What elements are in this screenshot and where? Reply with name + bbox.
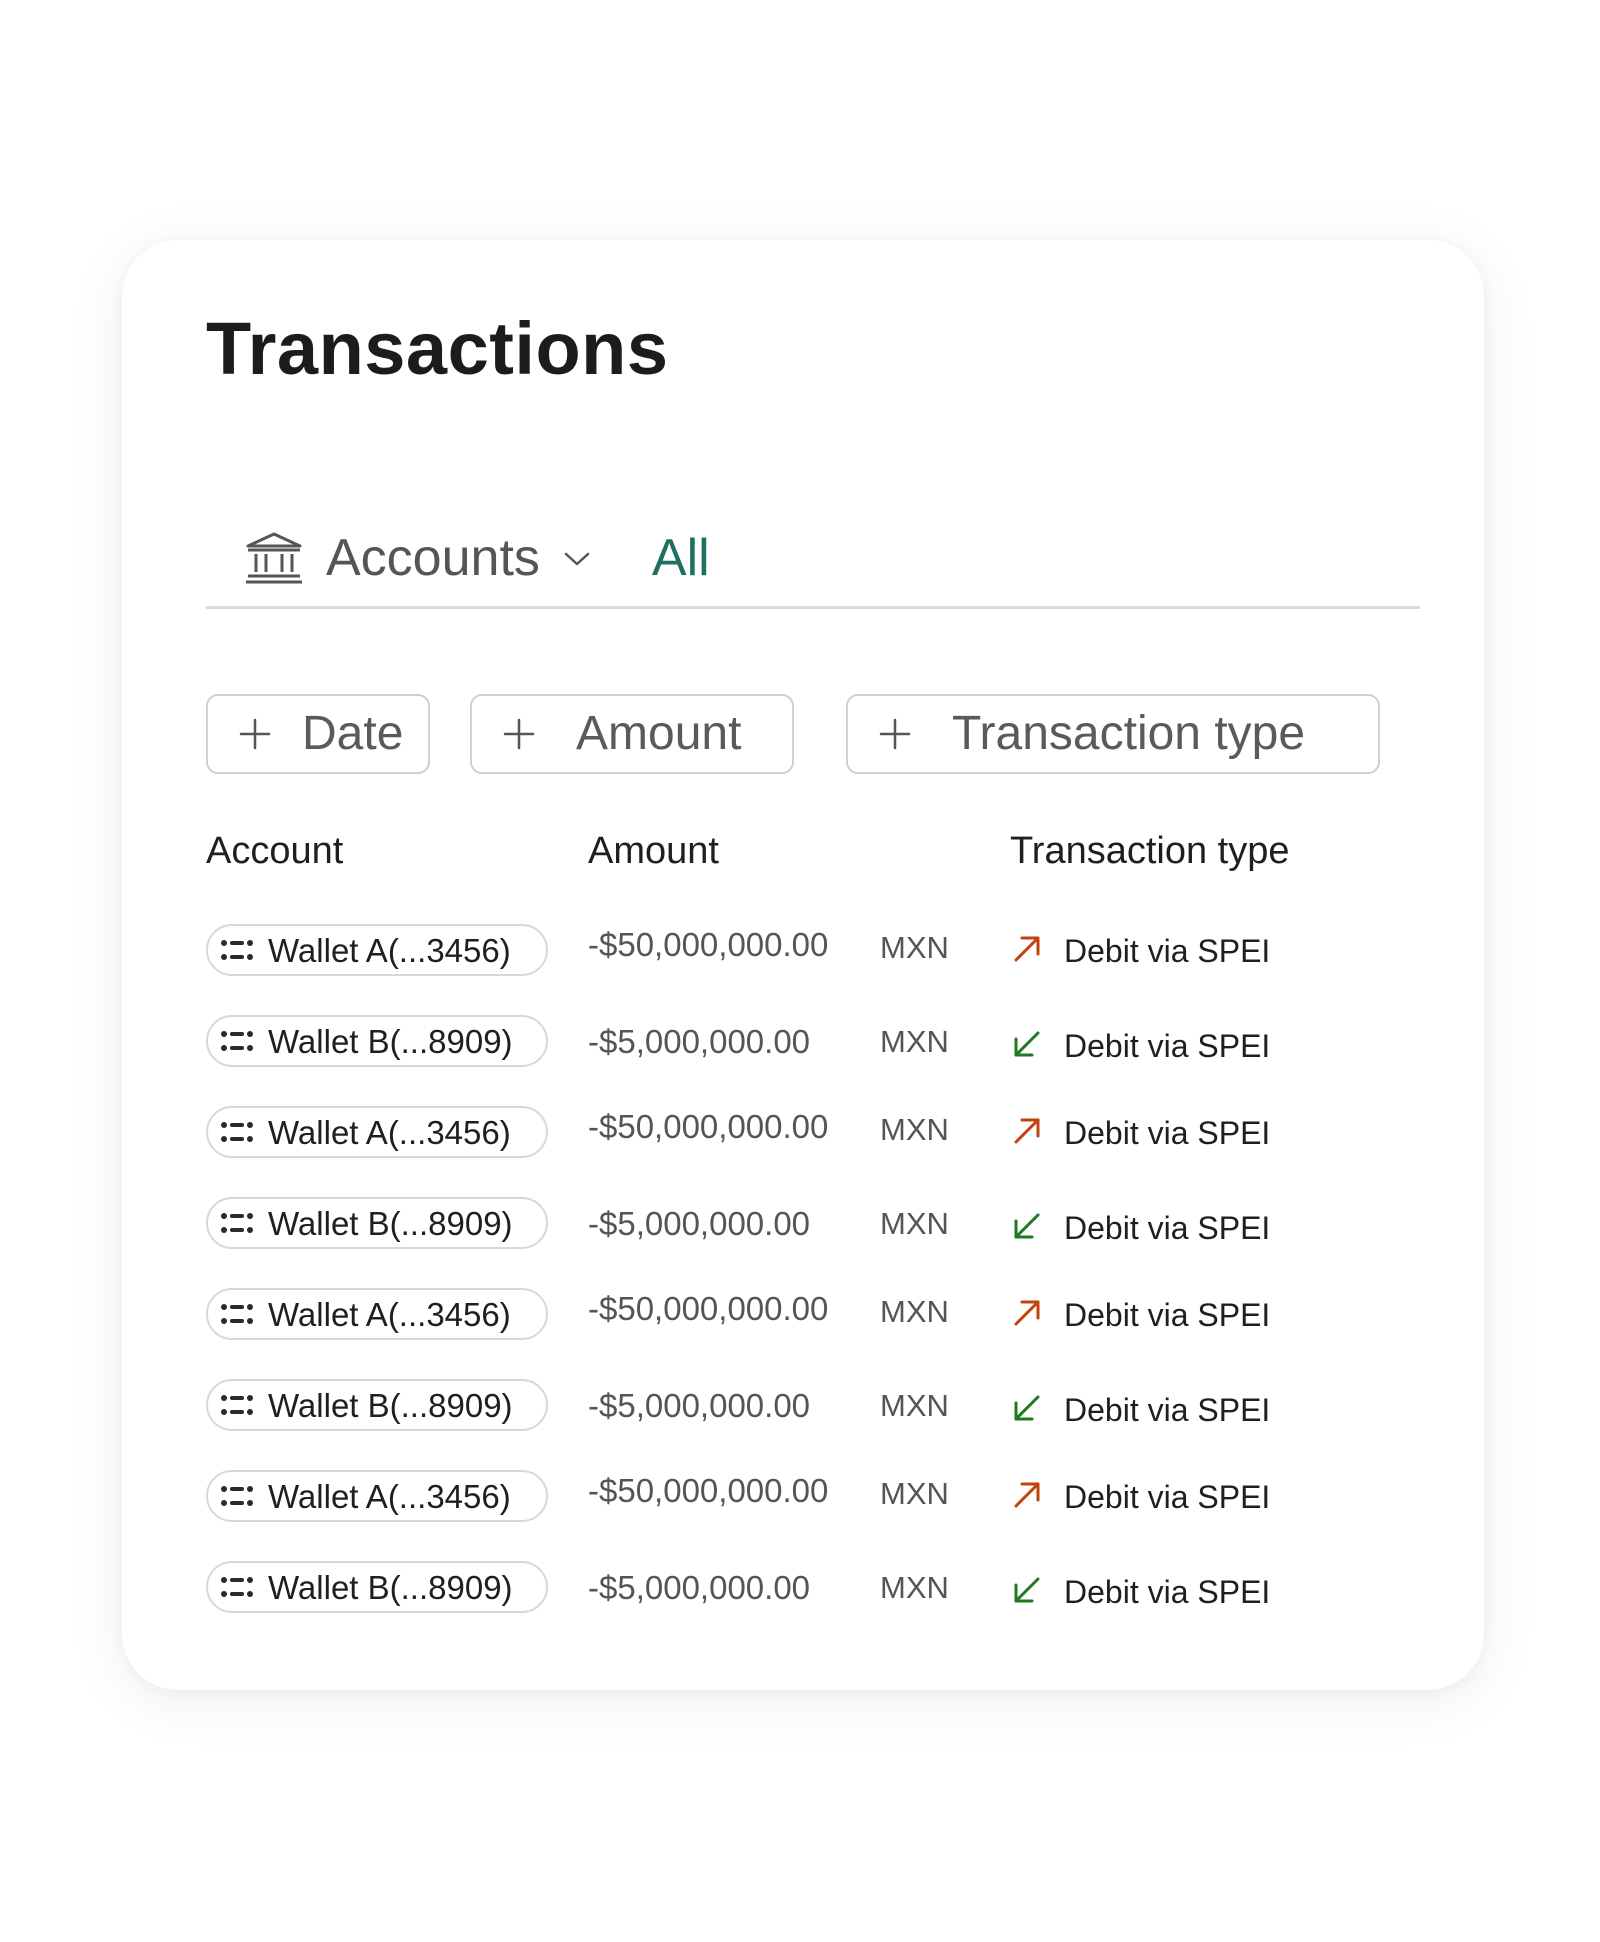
account-name: Wallet B(...8909) bbox=[268, 1386, 513, 1424]
arrow-up-right-icon bbox=[1010, 1114, 1044, 1148]
transaction-type: Debit via SPEI bbox=[1064, 1297, 1271, 1333]
table-row[interactable]: Wallet A(...3456) -$50,000,000.00 MXN Debit… bbox=[122, 1106, 1484, 1166]
transaction-type: Debit via SPEI bbox=[1064, 1392, 1271, 1428]
account-chip[interactable]: Wallet A(...3456) bbox=[206, 1106, 548, 1158]
account-chip[interactable]: Wallet B(...8909) bbox=[206, 1379, 548, 1431]
account-chip[interactable]: Wallet A(...3456) bbox=[206, 924, 548, 976]
transactions-card: Transactions Accounts All Date Amount Tr… bbox=[122, 240, 1484, 1690]
transaction-type: Debit via SPEI bbox=[1064, 1028, 1271, 1064]
wallet-icon bbox=[220, 1484, 254, 1508]
currency-code: MXN bbox=[880, 1570, 949, 1605]
wallet-icon bbox=[220, 1211, 254, 1235]
account-name: Wallet A(...3456) bbox=[268, 1113, 511, 1151]
filter-label: Date bbox=[302, 707, 404, 760]
table-row[interactable]: Wallet A(...3456) -$50,000,000.00 MXN Debit… bbox=[122, 1288, 1484, 1348]
table-row[interactable]: Wallet B(...8909) -$5,000,000.00 MXN Debit … bbox=[122, 1197, 1484, 1257]
account-chip[interactable]: Wallet B(...8909) bbox=[206, 1561, 548, 1613]
chevron-down-icon[interactable] bbox=[562, 547, 592, 569]
arrow-down-left-icon bbox=[1010, 1573, 1044, 1607]
table-row[interactable]: Wallet B(...8909) -$5,000,000.00 MXN Debit … bbox=[122, 1379, 1484, 1439]
bank-icon bbox=[244, 530, 304, 586]
plus-icon bbox=[502, 717, 536, 751]
amount-value: -$50,000,000.00 bbox=[588, 1290, 829, 1327]
page-title: Transactions bbox=[206, 307, 669, 390]
currency-code: MXN bbox=[880, 1476, 949, 1511]
arrow-up-right-icon bbox=[1010, 932, 1044, 966]
amount-value: -$5,000,000.00 bbox=[588, 1387, 811, 1424]
arrow-down-left-icon bbox=[1010, 1391, 1044, 1425]
wallet-icon bbox=[220, 1393, 254, 1417]
account-name: Wallet B(...8909) bbox=[268, 1568, 513, 1606]
account-chip[interactable]: Wallet B(...8909) bbox=[206, 1015, 548, 1067]
arrow-down-left-icon bbox=[1010, 1209, 1044, 1243]
account-name: Wallet B(...8909) bbox=[268, 1204, 513, 1242]
amount-value: -$50,000,000.00 bbox=[588, 926, 829, 963]
currency-code: MXN bbox=[880, 1024, 949, 1059]
accounts-dropdown-label[interactable]: Accounts bbox=[326, 532, 540, 584]
plus-icon bbox=[878, 717, 912, 751]
currency-code: MXN bbox=[880, 1294, 949, 1329]
transaction-type: Debit via SPEI bbox=[1064, 1479, 1271, 1515]
transaction-type: Debit via SPEI bbox=[1064, 1210, 1271, 1246]
account-chip[interactable]: Wallet B(...8909) bbox=[206, 1197, 548, 1249]
column-header-amount: Amount bbox=[588, 830, 719, 872]
transaction-type: Debit via SPEI bbox=[1064, 1574, 1271, 1610]
amount-value: -$5,000,000.00 bbox=[588, 1023, 811, 1060]
column-header-transaction-type: Transaction type bbox=[1010, 830, 1290, 872]
table-row[interactable]: Wallet B(...8909) -$5,000,000.00 MXN Debit … bbox=[122, 1015, 1484, 1075]
filter-label: Transaction type bbox=[952, 707, 1306, 760]
wallet-icon bbox=[220, 938, 254, 962]
arrow-up-right-icon bbox=[1010, 1296, 1044, 1330]
transaction-type: Debit via SPEI bbox=[1064, 933, 1271, 969]
arrow-up-right-icon bbox=[1010, 1478, 1044, 1512]
amount-value: -$50,000,000.00 bbox=[588, 1108, 829, 1145]
add-transaction-type-filter-button[interactable]: Transaction type bbox=[846, 694, 1380, 774]
add-amount-filter-button[interactable]: Amount bbox=[470, 694, 794, 774]
account-name: Wallet A(...3456) bbox=[268, 1477, 511, 1515]
table-row[interactable]: Wallet A(...3456) -$50,000,000.00 MXN Debit… bbox=[122, 1470, 1484, 1530]
wallet-icon bbox=[220, 1120, 254, 1144]
amount-value: -$50,000,000.00 bbox=[588, 1472, 829, 1509]
filter-label: Amount bbox=[576, 707, 742, 760]
currency-code: MXN bbox=[880, 1206, 949, 1241]
amount-value: -$5,000,000.00 bbox=[588, 1569, 811, 1606]
accounts-selected-value[interactable]: All bbox=[652, 532, 710, 584]
transaction-type: Debit via SPEI bbox=[1064, 1115, 1271, 1151]
account-name: Wallet A(...3456) bbox=[268, 931, 511, 969]
account-name: Wallet B(...8909) bbox=[268, 1022, 513, 1060]
account-filter-bar: Accounts All bbox=[206, 510, 1420, 609]
wallet-icon bbox=[220, 1029, 254, 1053]
table-row[interactable]: Wallet A(...3456) -$50,000,000.00 MXN Debit… bbox=[122, 924, 1484, 984]
column-header-account: Account bbox=[206, 830, 344, 872]
account-chip[interactable]: Wallet A(...3456) bbox=[206, 1470, 548, 1522]
currency-code: MXN bbox=[880, 930, 949, 965]
plus-icon bbox=[238, 717, 272, 751]
currency-code: MXN bbox=[880, 1388, 949, 1423]
add-date-filter-button[interactable]: Date bbox=[206, 694, 430, 774]
table-row[interactable]: Wallet B(...8909) -$5,000,000.00 MXN Debit … bbox=[122, 1561, 1484, 1621]
account-name: Wallet A(...3456) bbox=[268, 1295, 511, 1333]
account-chip[interactable]: Wallet A(...3456) bbox=[206, 1288, 548, 1340]
amount-value: -$5,000,000.00 bbox=[588, 1205, 811, 1242]
arrow-down-left-icon bbox=[1010, 1027, 1044, 1061]
wallet-icon bbox=[220, 1302, 254, 1326]
wallet-icon bbox=[220, 1575, 254, 1599]
currency-code: MXN bbox=[880, 1112, 949, 1147]
